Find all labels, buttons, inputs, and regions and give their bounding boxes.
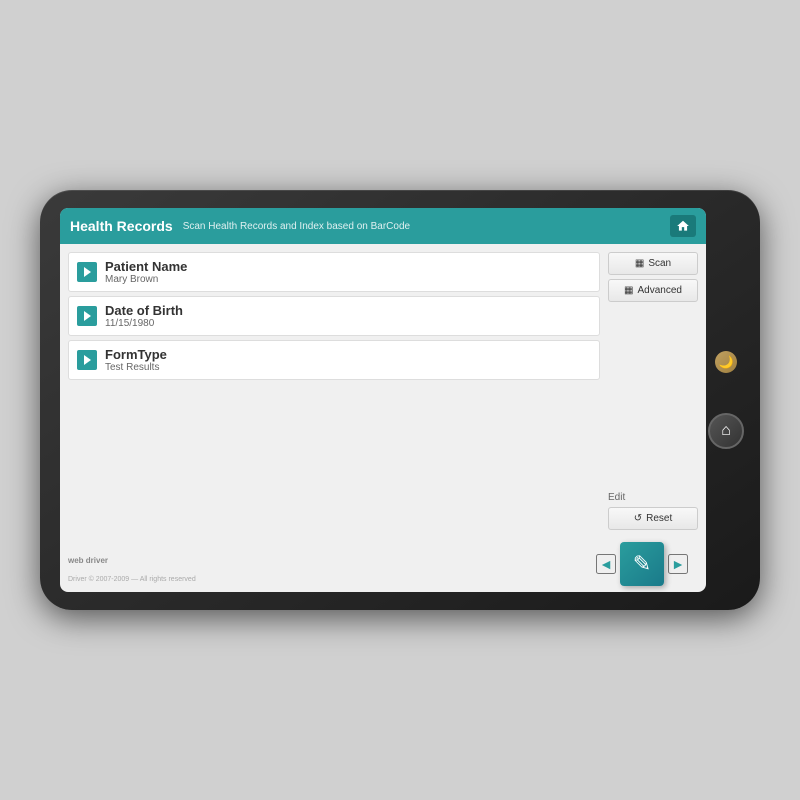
- field-date-of-birth[interactable]: Date of Birth 11/15/1980: [68, 296, 600, 336]
- field-text-formtype: FormType Test Results: [105, 347, 167, 373]
- footer-brand: web driver Driver © 2007-2009 — All righ…: [68, 550, 196, 586]
- right-panel: ▦ Scan ▦ Advanced Edit ↺ Reset: [608, 252, 698, 530]
- brand-copyright: Driver © 2007-2009 — All rights reserved: [68, 576, 196, 583]
- advanced-icon: ▦: [624, 285, 633, 296]
- dob-value: 11/15/1980: [105, 318, 183, 329]
- patient-name-value: Mary Brown: [105, 274, 187, 285]
- prev-arrow-button[interactable]: ◄: [596, 554, 616, 574]
- screen-bezel: Health Records Scan Health Records and I…: [60, 208, 706, 592]
- arrow-icon: [84, 267, 91, 277]
- arrow-icon-dob: [84, 311, 91, 321]
- navigation-arrows: ◄ ✎ ►: [596, 542, 688, 586]
- field-text-patient-name: Patient Name Mary Brown: [105, 259, 187, 285]
- form-panel: Patient Name Mary Brown Date of Birth 11…: [68, 252, 600, 530]
- dob-label: Date of Birth: [105, 303, 183, 318]
- scan-button[interactable]: ▦ Scan: [608, 252, 698, 275]
- field-icon-patient-name: [77, 262, 97, 282]
- app-title: Health Records: [70, 218, 173, 234]
- moon-icon: 🌙: [719, 355, 734, 369]
- field-text-dob: Date of Birth 11/15/1980: [105, 303, 183, 329]
- header-home-button[interactable]: [670, 215, 696, 237]
- screen: Health Records Scan Health Records and I…: [60, 208, 706, 592]
- advanced-button[interactable]: ▦ Advanced: [608, 279, 698, 302]
- main-content: Patient Name Mary Brown Date of Birth 11…: [60, 244, 706, 538]
- edit-label: Edit: [608, 492, 698, 503]
- reset-icon: ↺: [634, 513, 642, 524]
- field-form-type[interactable]: FormType Test Results: [68, 340, 600, 380]
- side-buttons: 🌙 ⌂: [712, 341, 740, 459]
- scan-icon: ▦: [635, 258, 644, 269]
- hardware-home-icon: ⌂: [721, 422, 731, 440]
- footer-text: web driver Driver © 2007-2009 — All righ…: [68, 558, 196, 583]
- hardware-home-button[interactable]: ⌂: [708, 413, 744, 449]
- device-shell: Health Records Scan Health Records and I…: [40, 190, 760, 610]
- next-arrow-button[interactable]: ►: [668, 554, 688, 574]
- arrow-icon-formtype: [84, 355, 91, 365]
- brand-logo: web driver: [68, 556, 108, 565]
- header-bar: Health Records Scan Health Records and I…: [60, 208, 706, 244]
- scan-thumb-icon: ✎: [633, 551, 651, 577]
- moon-button[interactable]: 🌙: [715, 351, 737, 373]
- formtype-value: Test Results: [105, 362, 167, 373]
- app-subtitle: Scan Health Records and Index based on B…: [183, 221, 670, 232]
- bottom-area: web driver Driver © 2007-2009 — All righ…: [60, 538, 706, 592]
- formtype-label: FormType: [105, 347, 167, 362]
- home-icon: [676, 219, 690, 233]
- field-icon-formtype: [77, 350, 97, 370]
- field-patient-name[interactable]: Patient Name Mary Brown: [68, 252, 600, 292]
- field-icon-dob: [77, 306, 97, 326]
- scan-thumbnail[interactable]: ✎: [620, 542, 664, 586]
- patient-name-label: Patient Name: [105, 259, 187, 274]
- reset-button[interactable]: ↺ Reset: [608, 507, 698, 530]
